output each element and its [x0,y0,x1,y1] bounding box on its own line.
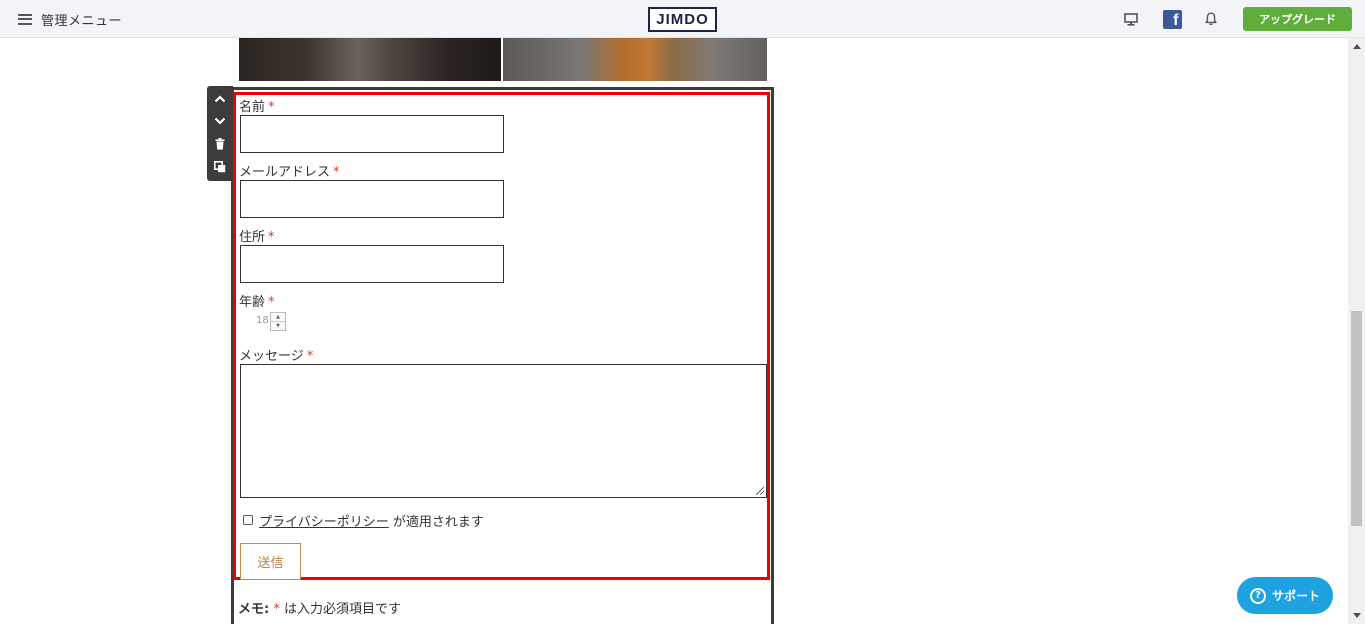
scroll-up-icon[interactable] [1348,38,1365,55]
admin-topbar: 管理メニュー JIMDO f アップグレード [0,0,1365,38]
required-asterisk: * [268,230,275,245]
age-value: 18 [256,315,269,326]
gallery-photo-right [503,38,767,81]
scrollbar-thumb[interactable] [1351,311,1362,526]
required-asterisk: * [333,165,340,180]
privacy-text: プライバシーポリシー が適用されます [259,515,484,530]
scroll-down-icon[interactable] [1348,607,1365,624]
required-asterisk: * [268,100,275,115]
jimdo-logo[interactable]: JIMDO [648,7,717,32]
help-icon: ? [1249,587,1266,604]
hamburger-icon [18,13,32,25]
stepper-up-icon[interactable]: ▲ [271,313,285,322]
page-scrollbar[interactable] [1348,38,1365,624]
facebook-icon[interactable]: f [1162,9,1182,29]
age-stepper[interactable]: ▲ ▼ [270,312,286,331]
message-textarea[interactable] [240,364,767,498]
move-down-icon[interactable] [207,110,233,132]
trash-icon[interactable] [207,133,233,155]
message-label: メッセージ * [239,349,314,364]
gallery-photo-left [239,38,501,81]
required-note: メモ: * は入力必須項目です [238,602,401,617]
move-up-icon[interactable] [207,88,233,110]
block-toolbar [207,86,233,181]
name-label: 名前 * [239,100,275,115]
admin-menu-label: 管理メニュー [41,13,123,29]
duplicate-icon[interactable] [207,156,233,178]
address-input[interactable] [240,245,504,283]
admin-menu-button[interactable]: 管理メニュー [18,9,122,29]
required-asterisk: * [306,349,314,364]
support-button[interactable]: ? サポート [1237,577,1333,614]
name-input[interactable] [240,115,504,153]
stepper-down-icon[interactable]: ▼ [271,322,285,331]
email-input[interactable] [240,180,504,218]
upgrade-button[interactable]: アップグレード [1243,7,1352,31]
resize-grip-icon[interactable] [756,487,764,495]
desktop-preview-icon[interactable] [1121,9,1141,29]
required-asterisk: * [268,295,275,310]
age-label: 年齢 * [239,295,275,310]
support-label: サポート [1271,589,1320,603]
notification-bell-icon[interactable] [1201,9,1221,29]
email-label: メールアドレス * [239,165,340,180]
age-number-input[interactable]: 18 ▲ ▼ [240,312,288,331]
submit-button[interactable]: 送信 [240,543,301,580]
privacy-checkbox[interactable] [243,515,253,525]
address-label: 住所 * [239,230,275,245]
privacy-policy-link[interactable]: プライバシーポリシー [259,515,389,530]
